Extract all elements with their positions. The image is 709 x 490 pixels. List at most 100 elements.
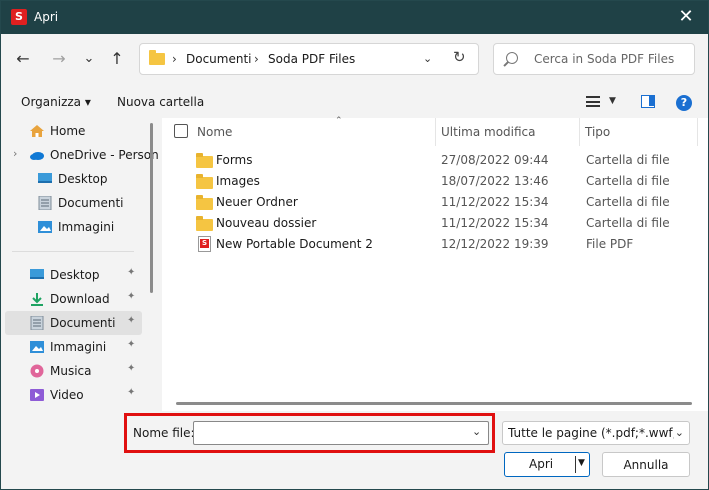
sidebar-item-label: Documenti: [50, 316, 116, 330]
home-icon: [30, 125, 44, 137]
split-divider: [575, 456, 576, 473]
file-type: Cartella di file: [586, 195, 670, 209]
help-icon[interactable]: ?: [676, 95, 692, 111]
sidebar-item-onedrive[interactable]: › OneDrive - Person: [5, 143, 159, 167]
pictures-icon: [30, 341, 44, 353]
address-bar[interactable]: › Documenti › Soda PDF Files ⌄: [139, 43, 479, 75]
sidebar-item-label: OneDrive - Person: [50, 148, 159, 162]
column-header-label: Tipo: [585, 125, 611, 139]
expand-chevron-icon[interactable]: ›: [13, 147, 17, 160]
filename-input[interactable]: [193, 421, 489, 445]
open-file-dialog: S Apri ✕ ← → ⌄ ↑ › Documenti › Soda PDF …: [0, 0, 709, 490]
sidebar-item-home[interactable]: Home: [5, 119, 142, 143]
documents-icon: [30, 316, 44, 330]
close-icon[interactable]: ✕: [664, 1, 708, 34]
file-type-filter-select[interactable]: Tutte le pagine (*.pdf;*.wwf;*.doc ⌄: [502, 421, 690, 445]
search-input[interactable]: Cerca in Soda PDF Files: [493, 43, 695, 75]
column-divider[interactable]: [697, 118, 698, 146]
forward-arrow-icon[interactable]: →: [47, 48, 71, 72]
download-icon: [31, 293, 43, 306]
pin-icon: ✦: [127, 339, 136, 350]
pin-icon: ✦: [127, 387, 136, 398]
file-type: Cartella di file: [586, 216, 670, 230]
column-header-modified[interactable]: Ultima modifica: [441, 118, 581, 146]
breadcrumb-separator: ›: [172, 52, 177, 66]
pin-icon: ✦: [127, 363, 136, 374]
file-date: 12/12/2022 19:39: [441, 237, 549, 251]
onedrive-cloud-icon: [30, 152, 44, 160]
address-dropdown-icon[interactable]: ⌄: [423, 52, 432, 65]
file-type: Cartella di file: [586, 153, 670, 167]
sidebar-item-label: Desktop: [50, 268, 100, 282]
sidebar-item-download-pinned[interactable]: Download ✦: [5, 287, 142, 311]
folder-icon: [196, 195, 213, 210]
desktop-icon: [30, 269, 44, 279]
sidebar-item-immagini-pinned[interactable]: Immagini ✦: [5, 335, 142, 359]
file-type: Cartella di file: [586, 174, 670, 188]
recent-locations-chevron-icon[interactable]: ⌄: [77, 48, 101, 72]
breadcrumb-documenti[interactable]: Documenti: [186, 52, 252, 66]
breadcrumb-soda-pdf-files[interactable]: Soda PDF Files: [268, 52, 355, 66]
column-header-name[interactable]: Nome ⌃: [197, 116, 437, 146]
file-name: Nouveau dossier: [216, 216, 317, 230]
sidebar-item-desktop-pinned[interactable]: Desktop ✦: [5, 263, 142, 287]
view-options-caret-icon[interactable]: ▼: [609, 96, 616, 106]
navigation-bar: ← → ⌄ ↑ › Documenti › Soda PDF Files ⌄ ↻…: [1, 34, 708, 86]
file-row[interactable]: Images 18/07/2022 13:46 Cartella di file: [162, 171, 708, 192]
sidebar-item-label: Musica: [50, 364, 92, 378]
new-folder-button[interactable]: Nuova cartella: [117, 95, 204, 109]
open-options-caret-icon[interactable]: ▼: [578, 458, 585, 468]
dialog-footer: Nome file: ⌄ Tutte le pagine (*.pdf;*.ww…: [1, 411, 708, 489]
sidebar-item-documenti[interactable]: Documenti: [5, 191, 142, 215]
column-header-label: Nome: [197, 125, 233, 139]
sidebar-item-desktop[interactable]: Desktop: [5, 167, 142, 191]
file-name: Images: [216, 174, 260, 188]
sidebar-item-label: Download: [50, 292, 110, 306]
pdf-file-icon: [198, 236, 211, 252]
column-divider[interactable]: [579, 118, 580, 146]
up-arrow-icon[interactable]: ↑: [105, 48, 129, 72]
organize-button[interactable]: Organizza ▾: [21, 95, 91, 109]
video-icon: [30, 389, 44, 401]
music-icon: [30, 364, 44, 378]
file-date: 18/07/2022 13:46: [441, 174, 549, 188]
file-name: New Portable Document 2: [216, 237, 373, 251]
filename-history-chevron-icon[interactable]: ⌄: [472, 425, 481, 438]
sidebar-scrollbar[interactable]: [149, 118, 155, 293]
search-icon: [506, 52, 518, 64]
file-row[interactable]: Forms 27/08/2022 09:44 Cartella di file: [162, 150, 708, 171]
file-row[interactable]: New Portable Document 2 12/12/2022 19:39…: [162, 234, 708, 255]
file-list: Nome ⌃ Ultima modifica Tipo Forms 27/08/…: [162, 116, 708, 411]
filename-label: Nome file:: [133, 426, 195, 440]
column-header-type[interactable]: Tipo: [585, 118, 695, 146]
folder-icon: [196, 174, 213, 189]
back-arrow-icon[interactable]: ←: [11, 48, 35, 72]
column-divider[interactable]: [435, 118, 436, 146]
folder-icon: [196, 153, 213, 168]
folder-icon: [149, 50, 165, 65]
file-name: Forms: [216, 153, 253, 167]
sidebar-item-documenti-pinned[interactable]: Documenti ✦: [5, 311, 142, 335]
scrollbar-thumb[interactable]: [176, 402, 692, 405]
view-options-icon[interactable]: [586, 96, 600, 107]
refresh-icon[interactable]: ↻: [453, 48, 466, 66]
sort-ascending-icon: ⌃: [335, 116, 343, 126]
file-date: 11/12/2022 15:34: [441, 195, 549, 209]
horizontal-scrollbar[interactable]: [162, 393, 708, 409]
file-type: File PDF: [586, 237, 634, 251]
cancel-button[interactable]: Annulla: [602, 452, 690, 477]
sidebar-item-musica-pinned[interactable]: Musica ✦: [5, 359, 142, 383]
select-all-checkbox[interactable]: [174, 124, 188, 138]
open-button[interactable]: Apri ▼: [504, 452, 590, 477]
preview-pane-icon[interactable]: [641, 95, 655, 108]
pin-icon: ✦: [127, 291, 136, 302]
file-date: 11/12/2022 15:34: [441, 216, 549, 230]
file-row[interactable]: Nouveau dossier 11/12/2022 15:34 Cartell…: [162, 213, 708, 234]
window-title: Apri: [34, 10, 59, 24]
open-button-label: Apri: [529, 457, 554, 471]
sidebar-item-label: Immagini: [50, 340, 107, 354]
sidebar-item-immagini[interactable]: Immagini: [5, 215, 142, 239]
file-row[interactable]: Neuer Ordner 11/12/2022 15:34 Cartella d…: [162, 192, 708, 213]
documents-icon: [38, 196, 52, 210]
sidebar-item-video-pinned[interactable]: Video ✦: [5, 383, 142, 407]
